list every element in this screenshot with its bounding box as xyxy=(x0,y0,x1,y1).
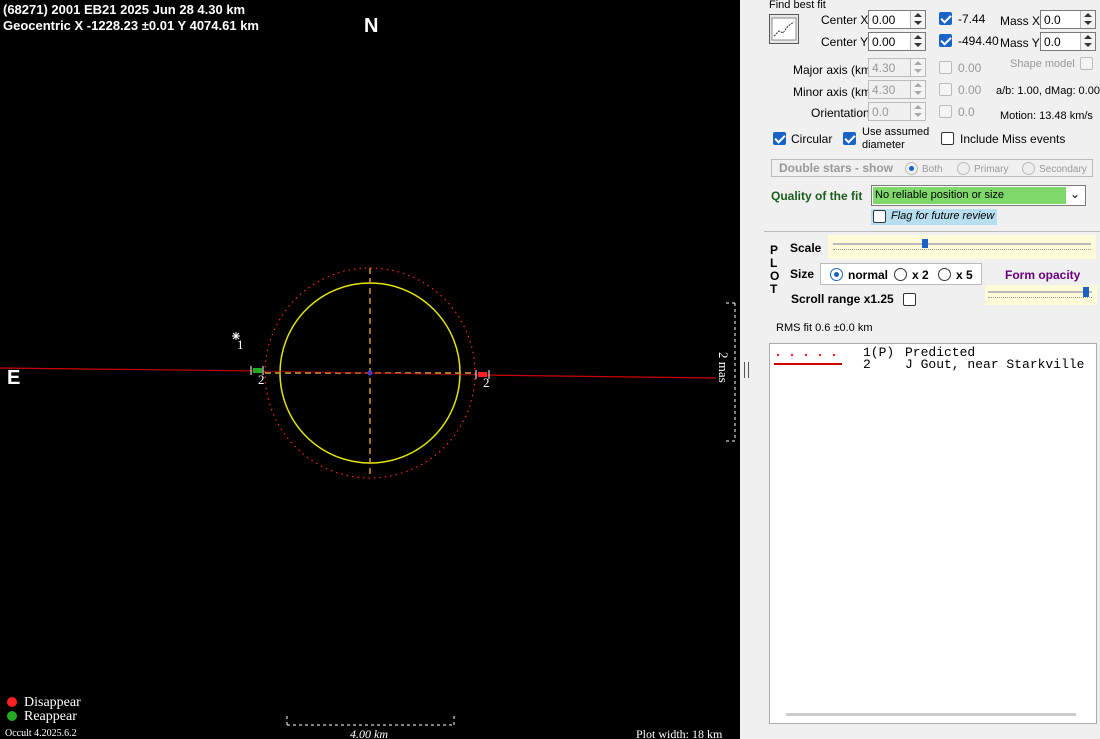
form-opacity-label: Form opacity xyxy=(1005,268,1081,282)
predicted-dotted-swatch xyxy=(776,353,836,357)
use-assumed-label-1: Use assumed xyxy=(862,126,930,138)
scroll-range-label: Scroll range x1.25 xyxy=(791,292,894,306)
chord-label-2-right: 2 xyxy=(483,375,490,390)
major-axis-input[interactable]: 4.30 xyxy=(868,58,926,77)
size-x2-radio[interactable] xyxy=(894,268,907,281)
shape-model-label: Shape model xyxy=(1010,58,1075,70)
horizontal-scrollbar[interactable] xyxy=(786,713,1076,716)
mass-x-input[interactable]: 0.0 xyxy=(1040,10,1096,29)
size-x5-radio[interactable] xyxy=(938,268,951,281)
chord-label-1: 1 xyxy=(237,337,244,352)
orientation-result: 0.0 xyxy=(958,105,975,119)
event-list[interactable]: 1(P) Predicted 2 J Gout, near Starkville xyxy=(769,343,1097,724)
motion-readout: Motion: 13.48 km/s xyxy=(1000,110,1093,122)
double-primary-radio[interactable] xyxy=(957,162,970,175)
include-miss-checkbox[interactable] xyxy=(941,132,954,145)
double-stars-label: Double stars - show xyxy=(779,161,894,175)
shape-model-checkbox[interactable] xyxy=(1080,57,1093,70)
fit-chart-icon xyxy=(771,17,797,41)
orientation-label: Orientation xyxy=(811,106,870,120)
splitter-handle[interactable] xyxy=(744,362,749,378)
center-y-label: Center Y xyxy=(821,35,869,49)
mass-x-label: Mass X xyxy=(1000,14,1041,28)
double-primary-label: Primary xyxy=(974,164,1009,175)
center-x-input[interactable]: 0.00 xyxy=(868,10,926,29)
major-axis-checkbox[interactable] xyxy=(939,61,952,74)
major-axis-label: Major axis (km) xyxy=(793,63,876,77)
list-item-id: 2 xyxy=(863,357,871,372)
chord-label-2-left: 2 xyxy=(258,372,265,387)
orientation-input[interactable]: 0.0 xyxy=(868,102,926,121)
orientation-checkbox[interactable] xyxy=(939,105,952,118)
double-both-label: Both xyxy=(922,164,943,175)
reappear-legend-dot xyxy=(7,711,17,721)
chord-line-right xyxy=(479,374,717,379)
size-normal-radio[interactable] xyxy=(830,268,843,281)
center-y-result: -494.40 xyxy=(958,34,999,48)
version-label: Occult 4.2025.6.2 xyxy=(5,728,77,739)
km-scale-bar xyxy=(286,716,455,726)
size-normal-label: normal xyxy=(848,268,889,282)
minor-axis-input[interactable]: 4.30 xyxy=(868,80,926,99)
major-axis-result: 0.00 xyxy=(958,61,982,75)
list-item[interactable] xyxy=(774,350,844,364)
chevron-down-icon: ⌄ xyxy=(1070,187,1081,201)
circular-checkbox[interactable] xyxy=(773,132,786,145)
scale-label: Scale xyxy=(790,241,822,255)
minor-axis-result: 0.00 xyxy=(958,83,982,97)
east-label: E xyxy=(7,367,21,389)
size-label: Size xyxy=(790,267,815,281)
center-x-label: Center X xyxy=(821,13,869,27)
center-x-result: -7.44 xyxy=(958,12,986,26)
disappear-legend-dot xyxy=(7,697,17,707)
reappear-legend-label: Reappear xyxy=(24,709,77,724)
mass-y-label: Mass Y xyxy=(1000,36,1040,50)
mas-scale-label: 2 mas xyxy=(716,352,731,383)
plot-header-line1: (68271) 2001 EB21 2025 Jun 28 4.30 km xyxy=(3,2,246,17)
quality-label: Quality of the fit xyxy=(771,189,863,203)
flag-review-label: Flag for future review xyxy=(891,210,995,222)
observer-line-swatch xyxy=(774,363,842,365)
center-y-input[interactable]: 0.00 xyxy=(868,32,926,51)
quality-selected-value: No reliable position or size xyxy=(875,189,1005,201)
plot-vertical-label: P L O T xyxy=(770,243,780,296)
double-both-radio[interactable] xyxy=(905,162,918,175)
find-best-fit-label: Find best fit xyxy=(769,0,826,11)
plot-width-label: Plot width: 18 km xyxy=(636,727,723,739)
minor-axis-checkbox[interactable] xyxy=(939,83,952,96)
ab-dmag-readout: a/b: 1.00, dMag: 0.00 xyxy=(996,85,1100,97)
double-secondary-label: Secondary xyxy=(1039,164,1087,175)
size-x5-label: x 5 xyxy=(956,268,973,282)
plot-header-line2: Geocentric X -1228.23 ±0.01 Y 4074.61 km xyxy=(3,18,259,33)
list-item-name: J Gout, near Starkville xyxy=(905,357,1085,372)
mass-y-input[interactable]: 0.0 xyxy=(1040,32,1096,51)
center-x-checkbox[interactable] xyxy=(939,12,952,25)
flag-review-checkbox[interactable] xyxy=(873,210,886,223)
plot-svg xyxy=(0,267,736,726)
double-secondary-radio[interactable] xyxy=(1022,162,1035,175)
scale-bar-label: 4.00 km xyxy=(350,727,388,739)
find-best-fit-button[interactable] xyxy=(769,14,799,44)
include-miss-label: Include Miss events xyxy=(960,132,1066,146)
size-x2-label: x 2 xyxy=(912,268,929,282)
minor-axis-label: Minor axis (km) xyxy=(793,85,876,99)
north-label: N xyxy=(364,15,379,37)
plot-area[interactable]: (68271) 2001 EB21 2025 Jun 28 4.30 km Ge… xyxy=(0,0,740,739)
quality-dropdown[interactable]: No reliable position or size ⌄ xyxy=(871,185,1086,206)
use-assumed-checkbox[interactable] xyxy=(843,132,856,145)
center-y-checkbox[interactable] xyxy=(939,34,952,47)
chord-line-left xyxy=(0,367,263,372)
use-assumed-label-2: diameter xyxy=(862,139,905,151)
scale-slider[interactable] xyxy=(828,235,1096,259)
scroll-range-checkbox[interactable] xyxy=(903,293,916,306)
rms-fit-readout: RMS fit 0.6 ±0.0 km xyxy=(776,322,873,334)
circular-label: Circular xyxy=(791,132,833,146)
form-opacity-slider[interactable] xyxy=(985,285,1097,305)
